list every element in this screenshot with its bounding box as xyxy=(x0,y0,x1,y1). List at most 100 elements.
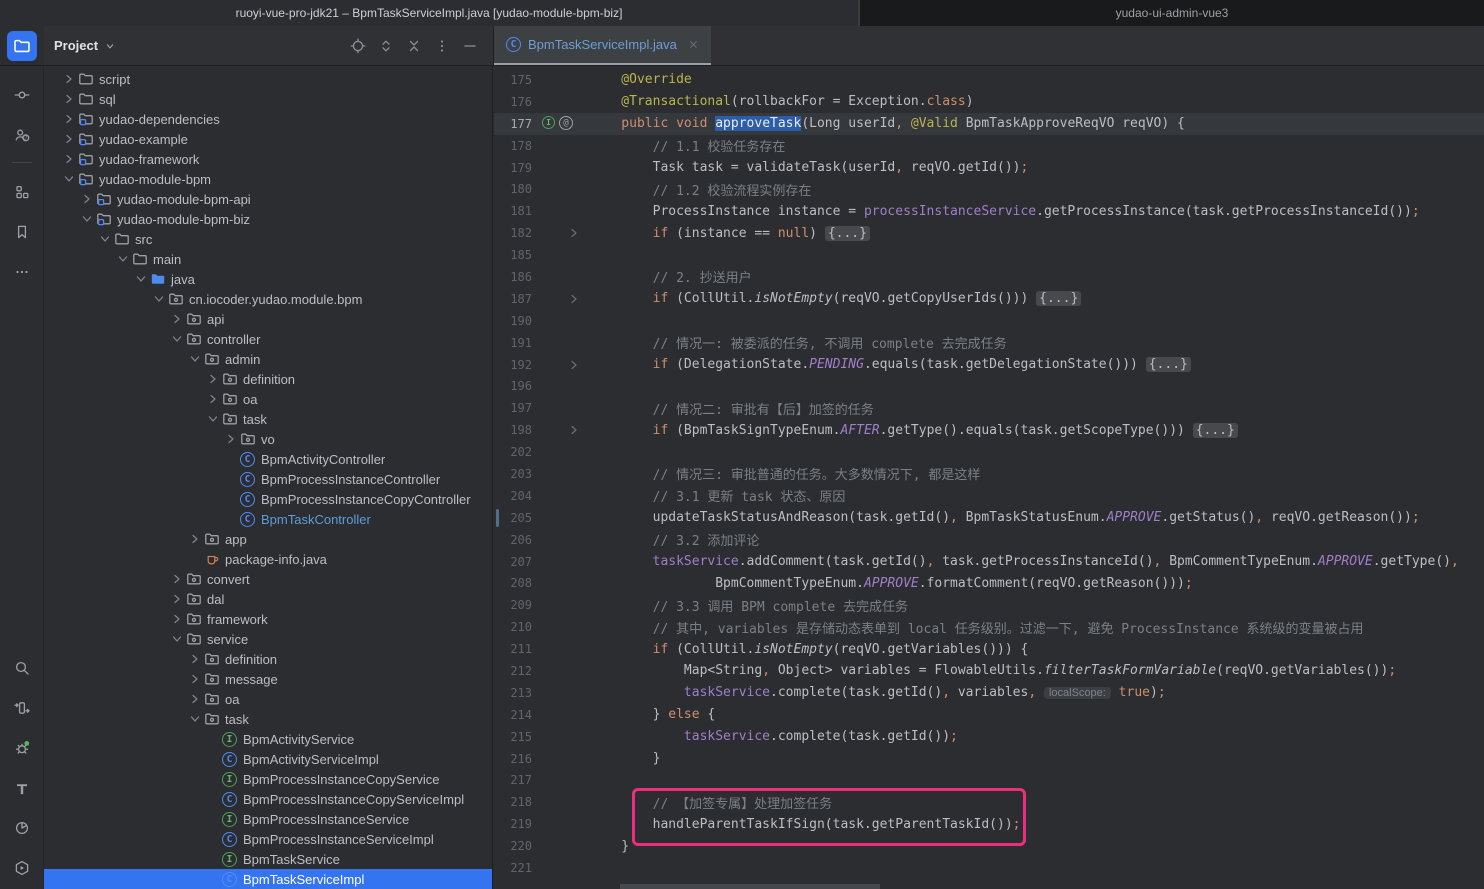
chevron-right-icon[interactable] xyxy=(222,431,239,447)
more-tools-icon[interactable] xyxy=(11,261,33,283)
chevron-down-icon[interactable] xyxy=(150,291,167,307)
tree-item-bpmtaskserviceimpl[interactable]: CBpmTaskServiceImpl xyxy=(44,869,492,889)
tree-item-app[interactable]: app xyxy=(44,529,492,549)
fold-collapsed-icon[interactable] xyxy=(566,357,582,373)
locate-file-icon[interactable] xyxy=(349,37,367,55)
project-panel-title[interactable]: Project xyxy=(54,38,98,53)
project-tool-window-button[interactable] xyxy=(7,31,37,61)
tree-item-bpmtaskservice[interactable]: IBpmTaskService xyxy=(44,849,492,869)
tree-item-bpmprocessinstancecopyservice[interactable]: IBpmProcessInstanceCopyService xyxy=(44,769,492,789)
tree-item-yudao-dependencies[interactable]: yudao-dependencies xyxy=(44,109,492,129)
tree-item-bpmprocessinstancecontroller[interactable]: CBpmProcessInstanceController xyxy=(44,469,492,489)
tree-item-dal[interactable]: dal xyxy=(44,589,492,609)
tree-item-message[interactable]: message xyxy=(44,669,492,689)
chevron-right-icon[interactable] xyxy=(78,191,95,207)
chevron-down-icon[interactable] xyxy=(78,211,95,227)
tree-item-service[interactable]: service xyxy=(44,629,492,649)
background-window-title[interactable]: yudao-ui-admin-vue3 xyxy=(858,0,1484,26)
tree-item-bpmprocessinstanceservice[interactable]: IBpmProcessInstanceService xyxy=(44,809,492,829)
services-icon[interactable] xyxy=(11,857,33,879)
chevron-right-icon[interactable] xyxy=(186,671,203,687)
chevron-right-icon[interactable] xyxy=(186,651,203,667)
close-icon[interactable] xyxy=(688,39,699,50)
tree-item-definition[interactable]: definition xyxy=(44,369,492,389)
chevron-down-icon[interactable] xyxy=(114,251,131,267)
chevron-right-icon[interactable] xyxy=(168,611,185,627)
tree-item-yudao-module-bpm-api[interactable]: yudao-module-bpm-api xyxy=(44,189,492,209)
tree-item-yudao-module-bpm-biz[interactable]: yudao-module-bpm-biz xyxy=(44,209,492,229)
gutter[interactable] xyxy=(540,419,590,441)
chevron-down-icon[interactable] xyxy=(186,711,203,727)
tree-item-bpmactivityservice[interactable]: IBpmActivityService xyxy=(44,729,492,749)
chevron-right-icon[interactable] xyxy=(204,391,221,407)
chevron-down-icon[interactable] xyxy=(168,331,185,347)
chevron-right-icon[interactable] xyxy=(60,91,77,107)
chevron-right-icon[interactable] xyxy=(168,591,185,607)
chevron-right-icon[interactable] xyxy=(60,111,77,127)
gutter[interactable] xyxy=(540,354,590,376)
chevron-right-icon[interactable] xyxy=(60,71,77,87)
gutter[interactable]: I@ xyxy=(540,113,590,135)
tree-item-bpmprocessinstanceserviceimpl[interactable]: CBpmProcessInstanceServiceImpl xyxy=(44,829,492,849)
tree-item-script[interactable]: script xyxy=(44,69,492,89)
tree-item-convert[interactable]: convert xyxy=(44,569,492,589)
chevron-down-icon[interactable] xyxy=(204,411,221,427)
tree-item-task[interactable]: task xyxy=(44,709,492,729)
chevron-right-icon[interactable] xyxy=(168,571,185,587)
tree-item-bpmactivityserviceimpl[interactable]: CBpmActivityServiceImpl xyxy=(44,749,492,769)
tree-item-oa[interactable]: oa xyxy=(44,389,492,409)
tree-item-admin[interactable]: admin xyxy=(44,349,492,369)
build-icon[interactable] xyxy=(11,777,33,799)
tree-item-yudao-module-bpm[interactable]: yudao-module-bpm xyxy=(44,169,492,189)
tree-item-main[interactable]: main xyxy=(44,249,492,269)
tree-item-oa[interactable]: oa xyxy=(44,689,492,709)
expand-all-icon[interactable] xyxy=(377,37,395,55)
chevron-right-icon[interactable] xyxy=(204,371,221,387)
tree-item-java[interactable]: java xyxy=(44,269,492,289)
chevron-down-icon[interactable] xyxy=(60,171,77,187)
debug-icon[interactable] xyxy=(11,737,33,759)
tree-item-vo[interactable]: vo xyxy=(44,429,492,449)
tree-item-yudao-example[interactable]: yudao-example xyxy=(44,129,492,149)
bookmarks-icon[interactable] xyxy=(11,221,33,243)
collapse-all-icon[interactable] xyxy=(405,37,423,55)
chevron-right-icon[interactable] xyxy=(60,131,77,147)
tree-item-bpmtaskcontroller[interactable]: CBpmTaskController xyxy=(44,509,492,529)
gutter[interactable] xyxy=(540,288,590,310)
chevron-right-icon[interactable] xyxy=(60,151,77,167)
hide-panel-icon[interactable] xyxy=(461,37,479,55)
tree-item-package-info-java[interactable]: package-info.java xyxy=(44,549,492,569)
tab-bpmtaskserviceimpl[interactable]: C BpmTaskServiceImpl.java xyxy=(494,26,711,65)
search-icon[interactable] xyxy=(11,657,33,679)
chevron-right-icon[interactable] xyxy=(186,531,203,547)
profiler-icon[interactable] xyxy=(11,817,33,839)
tree-item-yudao-framework[interactable]: yudao-framework xyxy=(44,149,492,169)
tree-item-controller[interactable]: controller xyxy=(44,329,492,349)
options-kebab-icon[interactable] xyxy=(433,37,451,55)
chevron-down-icon[interactable] xyxy=(96,231,113,247)
fold-collapsed-icon[interactable] xyxy=(566,291,582,307)
chevron-down-icon[interactable] xyxy=(132,271,149,287)
structure-icon[interactable] xyxy=(11,181,33,203)
code-with-me-icon[interactable]: ? xyxy=(11,124,33,146)
tree-item-bpmprocessinstancecopycontroller[interactable]: CBpmProcessInstanceCopyController xyxy=(44,489,492,509)
tree-item-src[interactable]: src xyxy=(44,229,492,249)
tree-item-task[interactable]: task xyxy=(44,409,492,429)
tree-item-bpmprocessinstancecopyserviceimpl[interactable]: CBpmProcessInstanceCopyServiceImpl xyxy=(44,789,492,809)
gutter[interactable] xyxy=(540,222,590,244)
input-output-icon[interactable] xyxy=(11,697,33,719)
chevron-down-icon[interactable] xyxy=(168,631,185,647)
fold-collapsed-icon[interactable] xyxy=(566,225,582,241)
tree-item-cn-iocoder-yudao-module-bpm[interactable]: cn.iocoder.yudao.module.bpm xyxy=(44,289,492,309)
chevron-right-icon[interactable] xyxy=(186,691,203,707)
fold-collapsed-icon[interactable] xyxy=(566,422,582,438)
tree-item-definition[interactable]: definition xyxy=(44,649,492,669)
tree-item-framework[interactable]: framework xyxy=(44,609,492,629)
chevron-down-icon[interactable] xyxy=(186,351,203,367)
tree-item-sql[interactable]: sql xyxy=(44,89,492,109)
tree-item-bpmactivitycontroller[interactable]: CBpmActivityController xyxy=(44,449,492,469)
commit-icon[interactable] xyxy=(11,84,33,106)
implements-method-icon[interactable]: I@ xyxy=(542,116,573,130)
project-tree[interactable]: scriptsqlyudao-dependenciesyudao-example… xyxy=(44,66,493,889)
chevron-down-icon[interactable] xyxy=(104,40,116,52)
